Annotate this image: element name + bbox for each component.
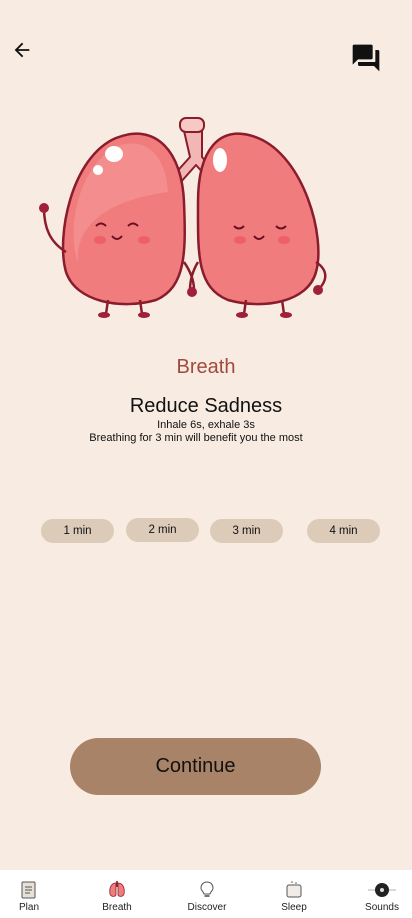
plan-notes-icon <box>21 881 36 899</box>
nav-item-sleep[interactable]: Sleep <box>253 870 335 918</box>
back-button[interactable] <box>8 36 36 64</box>
arrow-left-icon <box>14 42 30 58</box>
recommendation-text: Breathing for 3 min will benefit you the… <box>89 432 303 444</box>
section-label: Breath <box>176 356 236 378</box>
chat-button[interactable] <box>348 40 384 76</box>
nav-label-sleep: Sleep <box>281 902 307 913</box>
breathing-instruction: Inhale 6s, exhale 3s <box>157 419 255 431</box>
nav-item-discover[interactable]: Discover <box>166 870 248 918</box>
nav-item-sounds[interactable]: Sounds <box>341 870 412 918</box>
duration-option-2-min[interactable]: 2 min <box>126 518 199 542</box>
continue-button[interactable]: Continue <box>70 738 321 795</box>
nav-label-breath: Breath <box>102 902 132 913</box>
nav-label-sounds: Sounds <box>365 902 399 913</box>
lightbulb-icon <box>200 881 214 897</box>
bottom-navigation: Plan Breath Discover Sleep Sounds <box>0 869 412 918</box>
nav-label-discover: Discover <box>187 902 227 913</box>
sleep-jar-icon <box>286 881 302 898</box>
vinyl-record-icon <box>368 883 396 897</box>
lungs-icon <box>109 881 125 897</box>
lungs-illustration <box>39 117 327 318</box>
duration-option-1-min[interactable]: 1 min <box>41 519 114 543</box>
exercise-title: Reduce Sadness <box>129 395 283 417</box>
nav-item-breath[interactable]: Breath <box>76 870 158 918</box>
nav-label-plan: Plan <box>18 902 39 913</box>
duration-option-3-min[interactable]: 3 min <box>210 519 283 543</box>
duration-option-4-min[interactable]: 4 min <box>307 519 380 543</box>
chat-bubbles-icon <box>352 44 380 72</box>
nav-item-plan[interactable]: Plan <box>0 870 70 918</box>
